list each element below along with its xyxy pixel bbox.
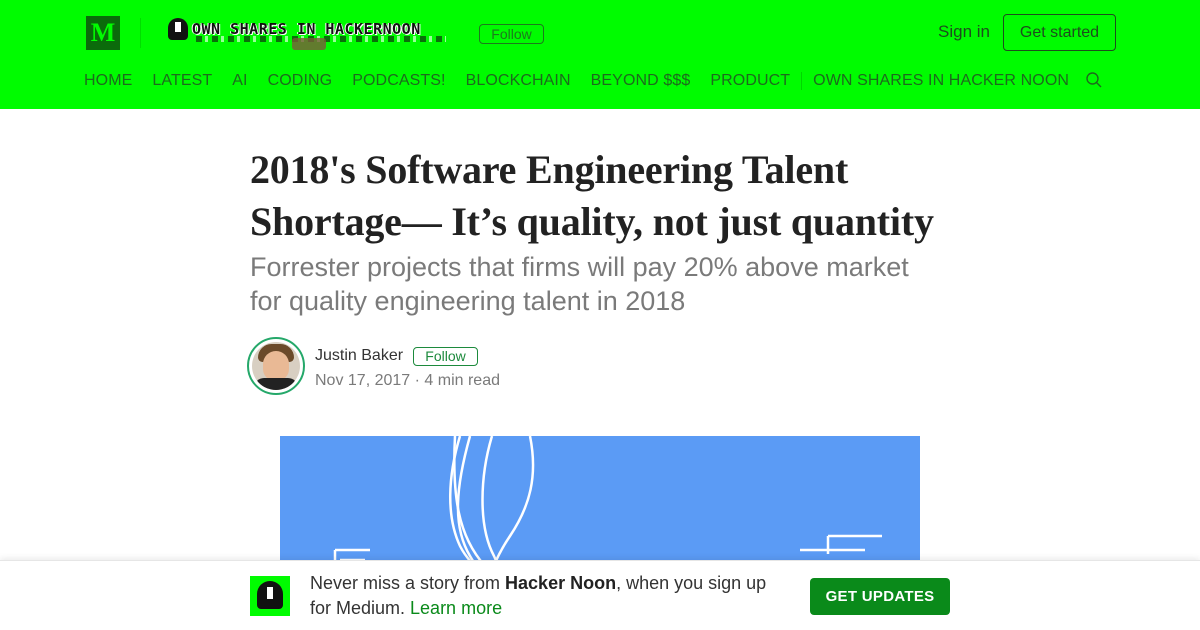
publication-nav: HOME LATEST AI CODING PODCASTS! BLOCKCHA… [84,70,1089,92]
nav-item-latest[interactable]: LATEST [152,72,212,90]
header-divider [140,18,141,48]
get-updates-button[interactable]: GET UPDATES [810,578,950,615]
medium-logo[interactable]: M [86,16,120,50]
banner-message: Never miss a story from Hacker Noon, whe… [310,571,780,621]
banner-text-prefix: Never miss a story from [310,573,506,593]
subscribe-banner: Never miss a story from Hacker Noon, whe… [0,560,1200,630]
nav-item-own-shares[interactable]: OWN SHARES IN HACKER NOON [813,72,1069,90]
top-header: M OWN SHARES IN HACKERNOON Follow Sign i… [0,0,1200,109]
medium-logo-letter: M [90,18,116,47]
nav-item-product[interactable]: PRODUCT [710,72,790,90]
author-name-link[interactable]: Justin Baker [315,347,403,365]
banner-publication: Hacker Noon [505,573,617,593]
nav-item-beyond[interactable]: BEYOND $$$ [591,72,691,90]
sign-in-link[interactable]: Sign in [938,22,990,42]
skull-icon [257,581,283,609]
nav-item-blockchain[interactable]: BLOCKCHAIN [466,72,571,90]
avatar [252,342,300,390]
nav-item-podcasts[interactable]: PODCASTS! [352,72,445,90]
hacker-noon-logo[interactable] [250,576,290,616]
publication-logo[interactable]: OWN SHARES IN HACKERNOON [166,14,456,50]
nav-item-home[interactable]: HOME [84,72,132,90]
author-avatar[interactable] [247,337,305,395]
learn-more-link[interactable]: Learn more [410,598,502,618]
article-title: 2018's Software Engineering Talent Short… [250,147,934,244]
skull-icon [168,18,188,40]
nav-divider [801,72,803,90]
search-icon[interactable] [1085,71,1103,89]
get-started-button[interactable]: Get started [1003,14,1116,51]
nav-item-coding[interactable]: CODING [268,72,333,90]
cat-icon [292,38,326,50]
article-meta: Nov 17, 2017 · 4 min read [315,372,500,389]
follow-author-button[interactable]: Follow [413,347,478,366]
article-subtitle: Forrester projects that firms will pay 2… [250,252,909,316]
follow-publication-button[interactable]: Follow [479,24,544,44]
nav-item-ai[interactable]: AI [232,72,247,90]
